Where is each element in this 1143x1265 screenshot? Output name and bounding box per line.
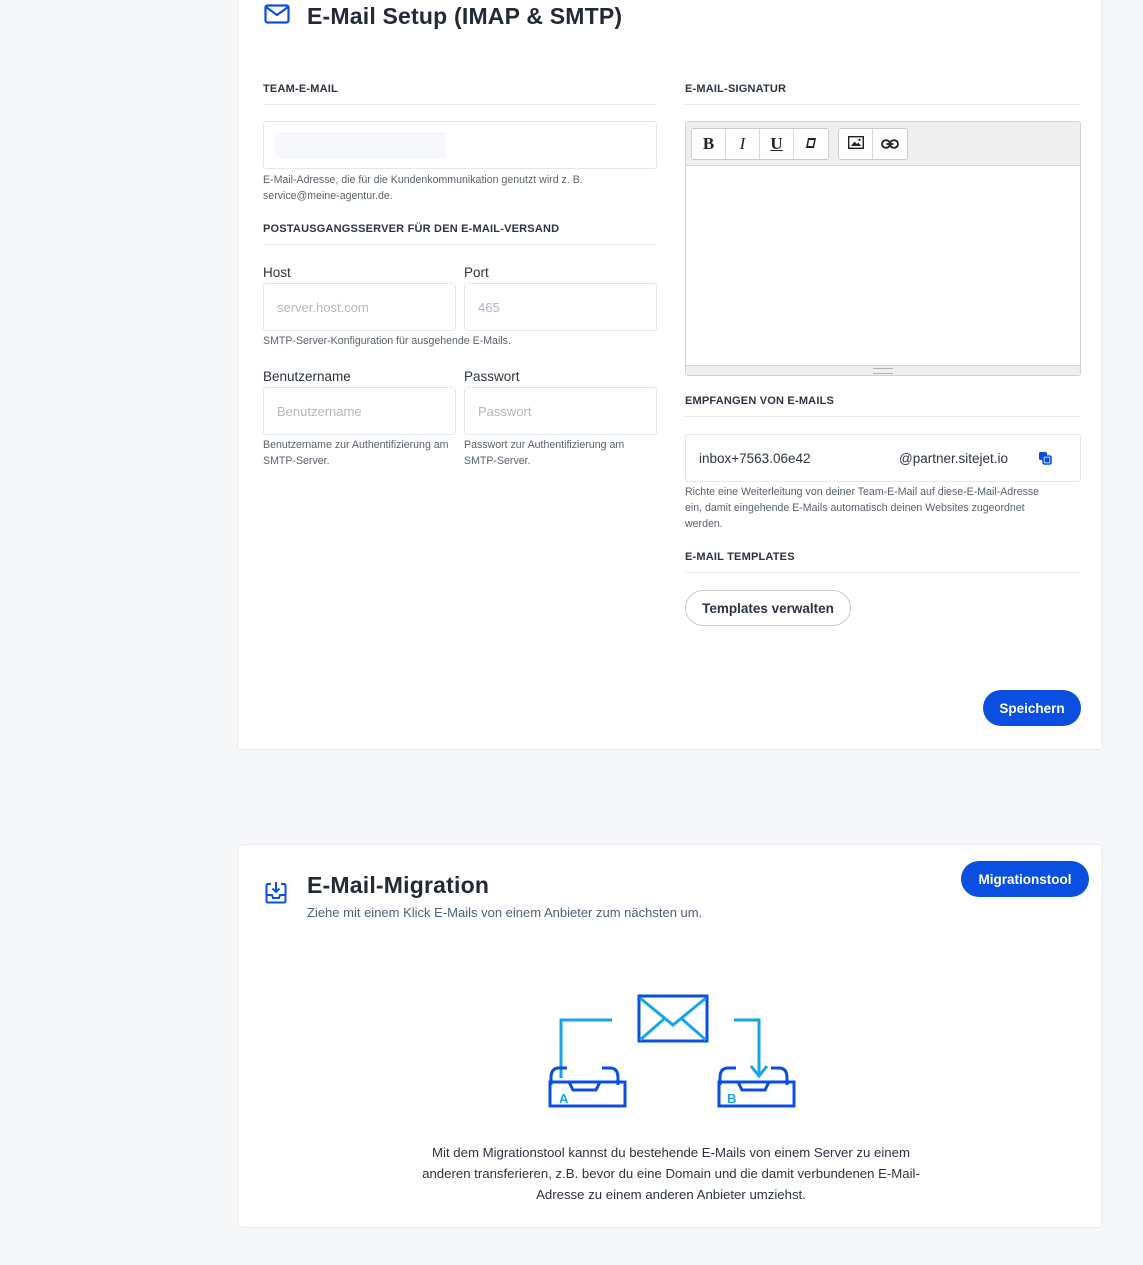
smtp-section-label: POSTAUSGANGSSERVER FÜR DEN E-MAIL-VERSAN… — [263, 223, 560, 235]
inbox-address-box: inbox+7563.06e42 @partner.sitejet.io — [685, 434, 1081, 482]
username-input[interactable] — [263, 387, 456, 435]
bold-icon: B — [702, 134, 715, 153]
port-input[interactable] — [464, 283, 657, 331]
signature-text-area[interactable] — [686, 166, 1080, 365]
italic-button[interactable]: I — [726, 129, 760, 159]
templates-section-label: E-MAIL TEMPLATES — [685, 551, 795, 563]
migration-tool-button[interactable]: Migrationstool — [961, 861, 1089, 897]
migration-illustration: A B — [548, 994, 796, 1108]
link-icon — [881, 134, 899, 154]
signature-section-label: E-MAIL-SIGNATUR — [685, 83, 787, 95]
envelope-icon — [637, 994, 709, 1043]
copy-icon[interactable] — [1038, 451, 1052, 470]
clear-format-button[interactable] — [794, 129, 828, 159]
team-email-label: TEAM-E-MAIL — [263, 83, 338, 95]
migration-description: Mit dem Migrationstool kannst du bestehe… — [422, 1145, 920, 1202]
signature-editor: B I U — [685, 121, 1081, 376]
divider — [685, 572, 1081, 573]
underline-button[interactable]: U — [760, 129, 794, 159]
port-label: Port — [464, 265, 489, 280]
image-icon — [847, 134, 864, 154]
username-label: Benutzername — [263, 369, 351, 384]
insert-link-button[interactable] — [873, 129, 907, 159]
smtp-config-help: SMTP-Server-Konfiguration für ausgehende… — [263, 335, 511, 347]
grip-icon — [873, 368, 893, 374]
eraser-icon — [805, 134, 817, 154]
arrow-down-icon — [734, 1018, 769, 1079]
italic-icon: I — [739, 134, 746, 153]
migration-title: E-Mail-Migration — [307, 872, 490, 898]
divider — [685, 416, 1081, 417]
editor-toolbar: B I U — [686, 122, 1080, 166]
inbox-download-icon — [264, 880, 288, 909]
receive-help: Richte eine Weiterleitung von deiner Tea… — [685, 486, 1040, 530]
email-setup-card: E-Mail Setup (IMAP & SMTP) TEAM-E-MAIL E… — [237, 0, 1103, 750]
insert-image-button[interactable] — [839, 129, 873, 159]
divider — [685, 104, 1081, 105]
envelope-icon — [264, 4, 290, 29]
team-email-redacted — [275, 132, 446, 159]
inbox-address-prefix: inbox+7563.06e42 — [699, 451, 811, 466]
editor-resize-handle[interactable] — [686, 365, 1080, 375]
divider — [263, 244, 657, 245]
password-help: Passwort zur Authentifizierung am SMTP-S… — [464, 439, 625, 467]
team-email-help: E-Mail-Adresse, die für die Kundenkommun… — [263, 174, 583, 202]
svg-text:A: A — [559, 1091, 569, 1106]
password-input[interactable] — [464, 387, 657, 435]
format-button-group: B I U — [691, 128, 829, 160]
svg-text:B: B — [727, 1091, 736, 1106]
host-label: Host — [263, 265, 291, 280]
username-help: Benutzername zur Authentifizierung am SM… — [263, 439, 449, 467]
migration-subtitle: Ziehe mit einem Klick E-Mails von einem … — [307, 905, 703, 920]
bold-button[interactable]: B — [692, 129, 726, 159]
password-label: Passwort — [464, 369, 520, 384]
page-title: E-Mail Setup (IMAP & SMTP) — [307, 3, 623, 29]
manage-templates-button[interactable]: Templates verwalten — [685, 590, 851, 626]
inbox-address-suffix: @partner.sitejet.io — [899, 451, 1009, 466]
divider — [263, 104, 657, 105]
receive-section-label: EMPFANGEN VON E-MAILS — [685, 395, 835, 407]
underline-icon: U — [770, 134, 783, 153]
insert-button-group — [838, 128, 908, 160]
host-input[interactable] — [263, 283, 456, 331]
save-button[interactable]: Speichern — [983, 690, 1081, 726]
email-migration-card: E-Mail-Migration Ziehe mit einem Klick E… — [237, 844, 1103, 1228]
